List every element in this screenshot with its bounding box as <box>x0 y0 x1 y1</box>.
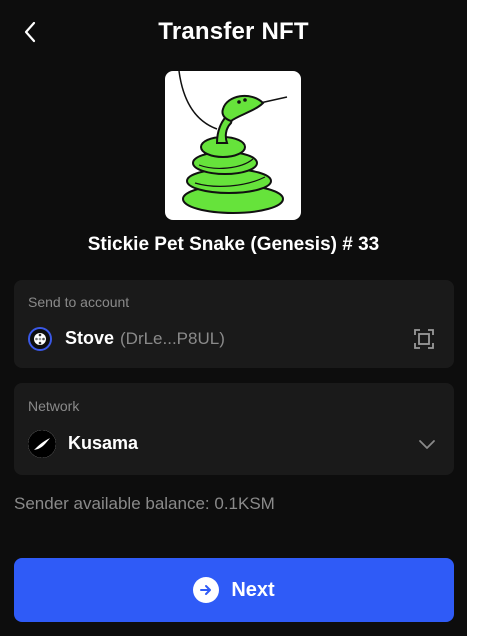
transfer-nft-screen: Transfer NFT Stickie Pet Snake (Genesis)… <box>0 0 467 636</box>
network-select[interactable]: Network Kusama <box>14 383 454 475</box>
kusama-logo-icon <box>28 430 56 458</box>
send-to-label: Send to account <box>28 294 130 310</box>
network-name: Kusama <box>68 433 139 453</box>
account-avatar-icon <box>28 327 52 351</box>
nft-image <box>165 71 301 220</box>
account-name: Stove <box>65 328 115 348</box>
sender-balance: Sender available balance: 0.1KSM <box>14 494 275 513</box>
next-button[interactable]: Next <box>14 558 454 622</box>
page-title: Transfer NFT <box>158 18 309 45</box>
network-label: Network <box>28 398 80 414</box>
next-button-label: Next <box>231 578 275 601</box>
send-to-account-field[interactable]: Send to account Stove (DrLe...P8UL) <box>14 280 454 368</box>
account-address: (DrLe...P8UL) <box>120 329 225 348</box>
header: Transfer NFT <box>0 0 467 66</box>
arrow-right-circle-icon <box>193 577 220 603</box>
chevron-down-icon[interactable] <box>416 433 438 455</box>
scan-qr-icon <box>414 329 434 349</box>
nft-name: Stickie Pet Snake (Genesis) # 33 <box>87 234 380 255</box>
scan-qr-button[interactable] <box>412 327 436 351</box>
